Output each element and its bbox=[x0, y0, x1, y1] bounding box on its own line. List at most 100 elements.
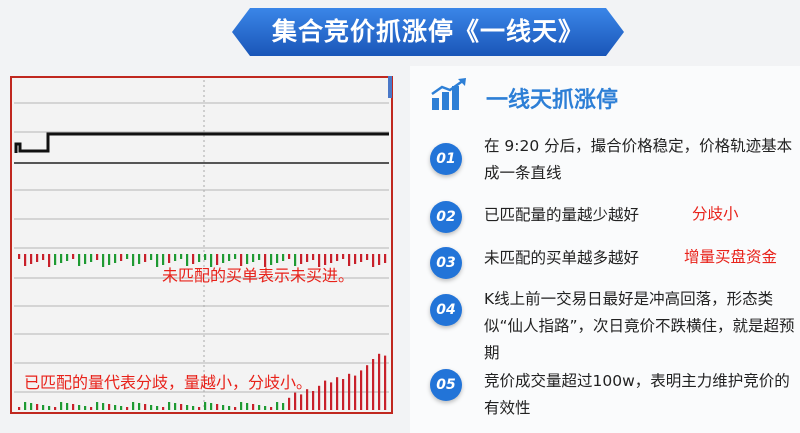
unmatched-bar bbox=[42, 254, 45, 260]
matched-bar bbox=[372, 359, 375, 410]
step-badge-3: 03 bbox=[430, 247, 462, 279]
matched-bar bbox=[294, 392, 297, 410]
matched-bar bbox=[150, 405, 153, 410]
matched-bar bbox=[276, 402, 279, 410]
unmatched-bar bbox=[72, 254, 75, 259]
unmatched-bar bbox=[78, 254, 81, 266]
step-note-2: 分歧小 bbox=[692, 205, 739, 223]
matched-bar bbox=[84, 406, 87, 410]
step-text-3: 未匹配的买单越多越好 bbox=[484, 249, 640, 267]
unmatched-bar bbox=[306, 254, 309, 262]
unmatched-bar bbox=[66, 254, 69, 261]
step-text-2: 已匹配量的量越少越好 bbox=[484, 206, 640, 224]
unmatched-bar bbox=[18, 254, 21, 259]
matched-bar bbox=[42, 405, 45, 410]
step-text-4: K线上前一交易日最好是冲高回落，形态类似“仙人指路”，次日竟价不跌横住，就是超预… bbox=[484, 290, 795, 362]
unmatched-bar bbox=[336, 254, 339, 261]
matched-bar bbox=[324, 380, 327, 410]
unmatched-bar bbox=[198, 254, 201, 262]
matched-bar bbox=[222, 405, 225, 410]
matched-bar bbox=[60, 402, 63, 410]
price-line bbox=[14, 132, 389, 153]
unmatched-bar bbox=[132, 254, 135, 266]
section-heading: 一线天抓涨停 bbox=[486, 88, 619, 113]
step-text-5: 竞价成交量超过100w，表明主力维护竞价的有效性 bbox=[484, 372, 790, 417]
matched-bar bbox=[138, 403, 141, 410]
matched-bar bbox=[342, 379, 345, 410]
matched-bar bbox=[24, 402, 27, 410]
matched-bar bbox=[30, 403, 33, 410]
unmatched-bar bbox=[228, 254, 231, 261]
matched-bar bbox=[300, 394, 303, 410]
matched-bar bbox=[378, 353, 381, 410]
matched-bar bbox=[96, 402, 99, 410]
matched-bar bbox=[252, 404, 255, 410]
matched-bar bbox=[90, 407, 93, 410]
unmatched-bar bbox=[138, 254, 141, 264]
matched-bar bbox=[174, 403, 177, 410]
matched-bar bbox=[228, 406, 231, 410]
unmatched-bar bbox=[126, 254, 129, 259]
unmatched-bar bbox=[30, 254, 33, 264]
unmatched-bar bbox=[378, 254, 381, 265]
unmatched-bar bbox=[252, 254, 255, 262]
matched-bar bbox=[168, 402, 171, 410]
unmatched-bar bbox=[360, 254, 363, 262]
unmatched-bar bbox=[144, 254, 147, 262]
panel-edge-marker bbox=[388, 76, 392, 98]
unmatched-bar bbox=[84, 254, 87, 264]
matched-bar bbox=[240, 402, 243, 410]
matched-bar bbox=[360, 370, 363, 410]
matched-bar bbox=[318, 385, 321, 410]
matched-bar bbox=[384, 355, 387, 410]
matched-bar bbox=[264, 406, 267, 410]
matched-bar bbox=[48, 406, 51, 410]
step-badge-4: 04 bbox=[430, 294, 462, 326]
matched-bar bbox=[366, 365, 369, 410]
unmatched-bar bbox=[90, 254, 93, 262]
bar-chart-growth-icon bbox=[430, 78, 470, 116]
title-banner: 集合竞价抓涨停《一线天》 bbox=[232, 6, 624, 58]
unmatched-bar bbox=[150, 254, 153, 260]
unmatched-bar bbox=[120, 254, 123, 261]
unmatched-bar bbox=[36, 254, 39, 262]
matched-bar bbox=[210, 403, 213, 410]
matched-bar bbox=[282, 403, 285, 410]
matched-bar bbox=[330, 382, 333, 410]
matched-bar bbox=[198, 407, 201, 410]
matched-bar bbox=[204, 402, 207, 410]
matched-bar bbox=[234, 407, 237, 410]
matched-bar bbox=[126, 407, 129, 410]
unmatched-bar bbox=[24, 254, 27, 266]
step-badge-5: 05 bbox=[430, 369, 462, 401]
unmatched-bar bbox=[312, 254, 315, 260]
matched-bar bbox=[312, 391, 315, 410]
matched-bar bbox=[246, 403, 249, 410]
unmatched-bar bbox=[102, 254, 105, 267]
matched-bar bbox=[18, 407, 21, 410]
step-note-3: 增量买盘资金 bbox=[684, 248, 778, 266]
unmatched-bar bbox=[108, 254, 111, 265]
matched-bar bbox=[108, 404, 111, 410]
unmatched-bar bbox=[180, 254, 183, 259]
unmatched-order-note: 未匹配的买单表示未买进。 bbox=[162, 266, 355, 285]
matched-bar bbox=[120, 406, 123, 410]
unmatched-bar bbox=[372, 254, 375, 267]
matched-bar bbox=[336, 377, 339, 410]
matched-bar bbox=[66, 403, 69, 410]
unmatched-bar bbox=[282, 254, 285, 261]
unmatched-bar bbox=[384, 254, 387, 263]
matched-bar bbox=[216, 404, 219, 410]
unmatched-bar bbox=[54, 254, 57, 265]
matched-bar bbox=[354, 375, 357, 410]
matched-bar bbox=[144, 404, 147, 410]
page-title: 集合竞价抓涨停《一线天》 bbox=[271, 17, 584, 46]
matched-volume-note: 已匹配的量代表分歧，量越小，分歧小。 bbox=[24, 373, 313, 392]
unmatched-bar bbox=[156, 254, 159, 267]
matched-bar bbox=[102, 403, 105, 410]
unmatched-bar bbox=[60, 254, 63, 263]
step-text-1: 在 9:20 分后，撮合价格稳定，价格轨迹基本成一条直线 bbox=[484, 137, 793, 182]
matched-bar bbox=[114, 405, 117, 410]
matched-bar bbox=[156, 406, 159, 410]
unmatched-bar bbox=[234, 254, 237, 259]
